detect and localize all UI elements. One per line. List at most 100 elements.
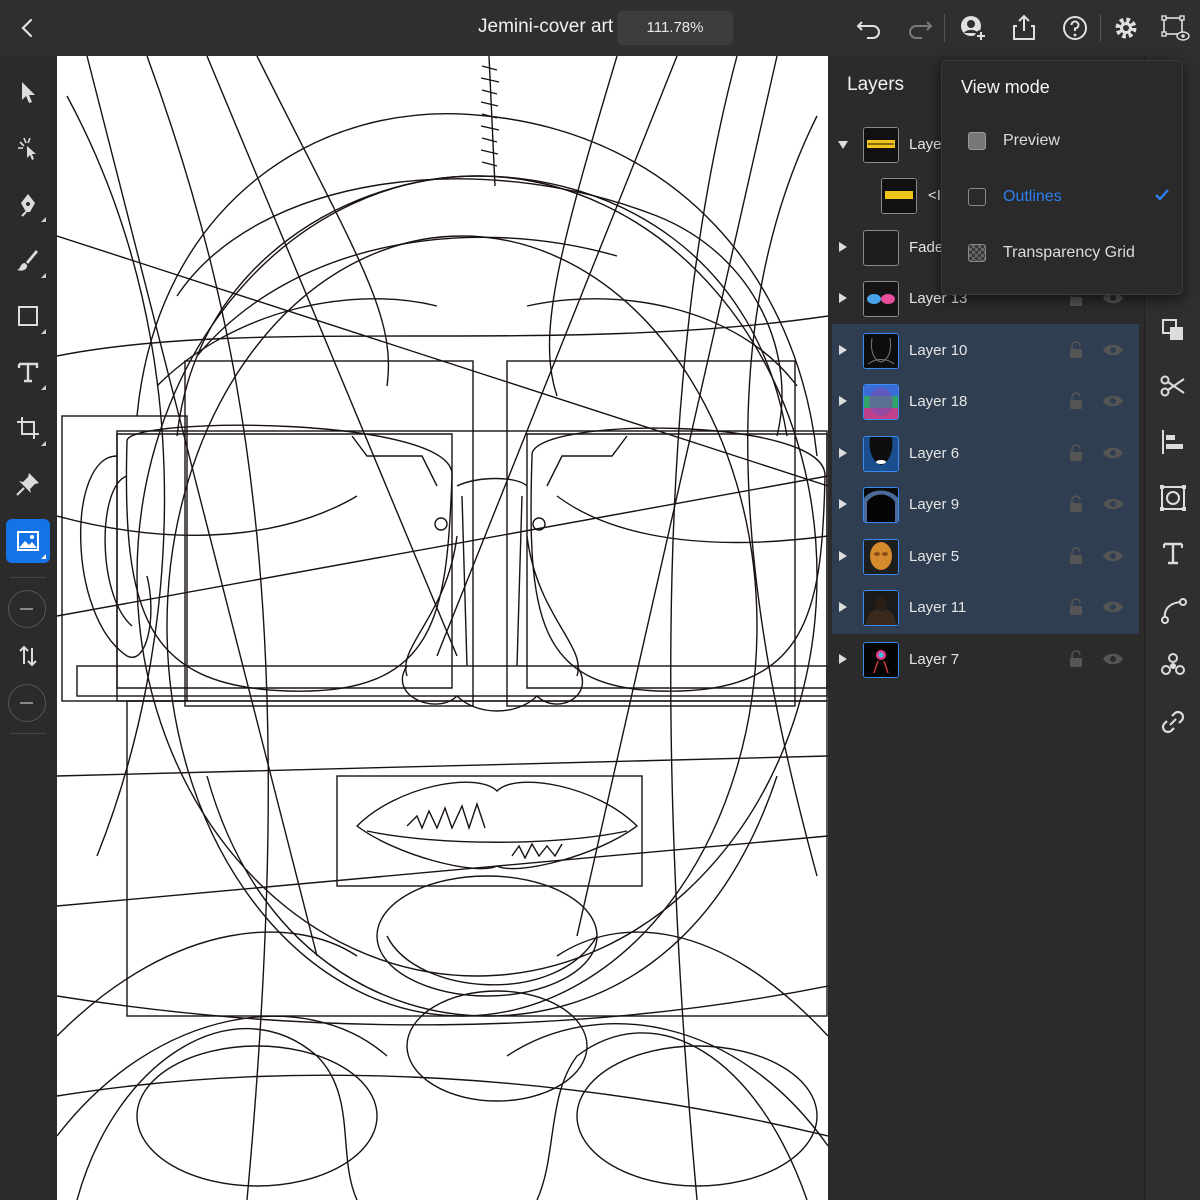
decrease-button[interactable] — [8, 684, 46, 722]
layer-name: Layer 18 — [909, 393, 968, 410]
divider — [10, 733, 46, 734]
view-option-label: Transparency Grid — [1003, 244, 1135, 261]
visibility-icon[interactable] — [1102, 445, 1124, 461]
layer-thumbnail — [863, 539, 899, 575]
visibility-icon[interactable] — [1102, 548, 1124, 564]
brush-icon[interactable] — [6, 238, 50, 282]
mask-icon[interactable] — [1157, 482, 1189, 514]
image-icon[interactable] — [6, 519, 50, 563]
type-icon[interactable] — [6, 350, 50, 394]
lock-icon[interactable] — [1068, 392, 1084, 410]
back-icon[interactable] — [14, 14, 42, 42]
layer-name: Fade — [909, 239, 944, 256]
redo-icon[interactable] — [904, 12, 936, 44]
view-option-preview[interactable]: Preview — [942, 121, 1182, 165]
layer-row[interactable]: Layer 5 — [828, 532, 1144, 582]
settings-icon[interactable] — [1110, 12, 1142, 44]
layer-name: Layer 11 — [909, 599, 967, 616]
view-option-outlines[interactable]: Outlines — [942, 177, 1182, 221]
reorder-icon[interactable] — [6, 634, 50, 678]
expand-caret-icon[interactable] — [839, 242, 847, 252]
layer-name: Layer 10 — [909, 342, 968, 359]
layer-thumbnail — [863, 487, 899, 523]
layer-thumbnail — [863, 384, 899, 420]
expand-caret-icon[interactable] — [839, 448, 847, 458]
layer-thumbnail — [863, 436, 899, 472]
divider — [944, 14, 945, 42]
layer-name: <I — [928, 187, 941, 204]
layer-row[interactable]: Layer 10 — [828, 326, 1144, 376]
text-on-path-icon[interactable] — [1157, 538, 1189, 570]
pen-icon[interactable] — [6, 182, 50, 226]
layer-thumbnail — [881, 178, 917, 214]
share-icon[interactable] — [1008, 12, 1040, 44]
decrease-button[interactable] — [8, 590, 46, 628]
layer-row[interactable]: Layer 11 — [828, 583, 1144, 633]
transparency-grid-icon — [968, 244, 986, 262]
expand-caret-icon[interactable] — [839, 345, 847, 355]
visibility-icon[interactable] — [1102, 342, 1124, 358]
path-icon[interactable] — [1157, 594, 1189, 626]
collapse-caret-icon[interactable] — [838, 141, 848, 149]
visibility-icon[interactable] — [1102, 496, 1124, 512]
invite-icon[interactable] — [957, 12, 989, 44]
zoom-level[interactable]: 111.78% — [617, 11, 733, 45]
visibility-icon[interactable] — [1102, 651, 1124, 667]
document-title[interactable]: Jemini-cover art — [478, 16, 613, 38]
view-option-transparency-grid[interactable]: Transparency Grid — [942, 233, 1182, 277]
lock-icon[interactable] — [1068, 341, 1084, 359]
cut-icon[interactable] — [1157, 370, 1189, 402]
repeat-icon[interactable] — [1157, 650, 1189, 682]
expand-caret-icon[interactable] — [839, 293, 847, 303]
layer-thumbnail — [863, 590, 899, 626]
divider — [10, 577, 46, 578]
layer-thumbnail — [863, 230, 899, 266]
expand-caret-icon[interactable] — [839, 654, 847, 664]
expand-caret-icon[interactable] — [839, 602, 847, 612]
layer-name: Layer 5 — [909, 548, 960, 565]
layer-thumbnail — [863, 127, 899, 163]
lock-icon[interactable] — [1068, 598, 1084, 616]
shape-icon[interactable] — [6, 294, 50, 338]
visibility-icon[interactable] — [1102, 393, 1124, 409]
layer-thumbnail — [863, 642, 899, 678]
layers-title: Layers — [847, 74, 905, 95]
checkmark-icon — [1154, 187, 1170, 203]
layer-row[interactable]: Layer 9 — [828, 480, 1144, 530]
top-bar: Jemini-cover art 111.78% — [0, 0, 1200, 57]
layer-row[interactable]: Layer 7 — [828, 635, 1144, 685]
expand-caret-icon[interactable] — [839, 551, 847, 561]
view-mode-icon[interactable] — [1159, 12, 1191, 44]
link-icon[interactable] — [1157, 706, 1189, 738]
layer-row[interactable]: Layer 6 — [828, 429, 1144, 479]
lock-icon[interactable] — [1068, 495, 1084, 513]
view-option-label: Outlines — [1003, 188, 1062, 205]
visibility-icon[interactable] — [1102, 599, 1124, 615]
transform-icon[interactable] — [6, 406, 50, 450]
help-icon[interactable] — [1059, 12, 1091, 44]
arrange-icon[interactable] — [1157, 314, 1189, 346]
lock-icon[interactable] — [1068, 444, 1084, 462]
select-icon[interactable] — [6, 70, 50, 114]
view-mode-popover: View mode Preview Outlines Transparency … — [941, 60, 1183, 295]
view-mode-title: View mode — [961, 77, 1050, 97]
align-icon[interactable] — [1157, 426, 1189, 458]
artboard-canvas[interactable] — [57, 56, 828, 1200]
touch-modifier-icon[interactable] — [6, 126, 50, 170]
lock-icon[interactable] — [1068, 650, 1084, 668]
lock-icon[interactable] — [1068, 547, 1084, 565]
layer-name: Layer 7 — [909, 651, 960, 668]
expand-caret-icon[interactable] — [839, 499, 847, 509]
expand-caret-icon[interactable] — [839, 396, 847, 406]
preview-icon — [968, 132, 986, 150]
layer-thumbnail — [863, 333, 899, 369]
divider — [1100, 14, 1101, 42]
layer-name: Layer 9 — [909, 496, 960, 513]
view-option-label: Preview — [1003, 132, 1060, 149]
left-toolbar — [0, 56, 57, 1200]
pin-icon[interactable] — [6, 462, 50, 506]
undo-icon[interactable] — [853, 12, 885, 44]
layer-row[interactable]: Layer 18 — [828, 377, 1144, 427]
layer-name: Layer 6 — [909, 445, 960, 462]
outlines-icon — [968, 188, 986, 206]
